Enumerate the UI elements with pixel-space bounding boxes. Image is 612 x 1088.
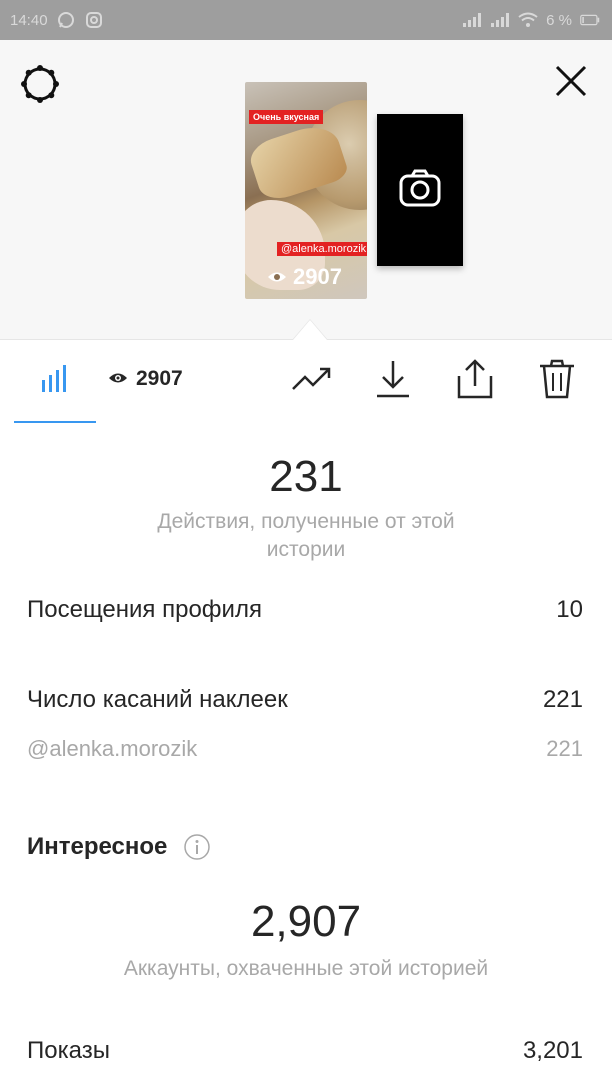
metric-value: 10 bbox=[556, 596, 583, 623]
story-views-count: 2907 bbox=[293, 264, 342, 289]
trash-icon bbox=[537, 358, 577, 405]
add-story-button[interactable] bbox=[377, 114, 463, 266]
signal-icon bbox=[490, 10, 510, 30]
story-preview-area: Очень вкусная @alenka.morozik 2907 bbox=[0, 40, 612, 340]
sticker-mention-value: 221 bbox=[546, 736, 583, 761]
story-toolbar: 2907 bbox=[0, 341, 612, 423]
info-icon[interactable] bbox=[183, 833, 211, 861]
metric-label: Показы bbox=[27, 1037, 110, 1064]
whatsapp-icon bbox=[56, 10, 76, 30]
story-views: 2907 bbox=[267, 264, 342, 290]
signal-icon bbox=[462, 10, 482, 30]
mention-sticker: @alenka.morozik bbox=[277, 242, 367, 256]
battery-icon bbox=[580, 10, 600, 30]
interactions-count: 231 bbox=[269, 452, 343, 501]
promote-button[interactable] bbox=[290, 359, 334, 403]
reach-caption: Аккаунты, охваченные этой историей bbox=[123, 957, 489, 980]
close-icon[interactable] bbox=[550, 60, 592, 102]
metric-label: Посещения профиля bbox=[27, 596, 262, 623]
bar-chart-icon bbox=[40, 364, 70, 399]
share-button[interactable] bbox=[453, 358, 497, 405]
interactions-caption: Действия, полученные от этой истории bbox=[157, 510, 455, 561]
metric-row: Показы 3,201 bbox=[27, 1037, 583, 1065]
gear-icon[interactable] bbox=[18, 62, 62, 106]
story-thumbnail[interactable]: Очень вкусная @alenka.morozik 2907 bbox=[245, 82, 367, 299]
battery-text: 6 % bbox=[546, 11, 572, 29]
selection-pointer bbox=[293, 320, 327, 340]
tab-insights[interactable] bbox=[14, 341, 96, 423]
instagram-icon bbox=[84, 10, 104, 30]
camera-icon bbox=[398, 168, 442, 213]
metric-value: 221 bbox=[542, 686, 583, 713]
metric-label: Число касаний наклеек bbox=[27, 686, 288, 713]
metric-value: 3,201 bbox=[522, 1037, 583, 1064]
trending-icon bbox=[291, 365, 333, 398]
eye-icon bbox=[108, 367, 128, 391]
share-icon bbox=[455, 358, 495, 405]
reach-count: 2,907 bbox=[250, 897, 362, 946]
metric-row: Посещения профиля 10 bbox=[27, 596, 583, 624]
delete-button[interactable] bbox=[535, 359, 579, 403]
status-bar: 14:40 6 % bbox=[0, 0, 612, 40]
download-icon bbox=[373, 359, 413, 404]
story-caption-sticker: Очень вкусная bbox=[249, 110, 324, 124]
metric-row: Число касаний наклеек 221 bbox=[27, 686, 583, 714]
download-button[interactable] bbox=[371, 359, 415, 403]
viewers-count: 2907 bbox=[136, 367, 183, 390]
sticker-mention-label: @alenka.morozik bbox=[27, 736, 198, 761]
tab-viewers[interactable]: 2907 bbox=[108, 367, 183, 391]
status-time: 14:40 bbox=[10, 11, 48, 29]
discovery-section-title: Интересное bbox=[27, 833, 211, 861]
wifi-icon bbox=[518, 10, 538, 30]
discovery-title-text: Интересное bbox=[27, 833, 168, 860]
metric-subrow: @alenka.morozik 221 bbox=[27, 736, 583, 762]
eye-icon bbox=[267, 264, 287, 290]
